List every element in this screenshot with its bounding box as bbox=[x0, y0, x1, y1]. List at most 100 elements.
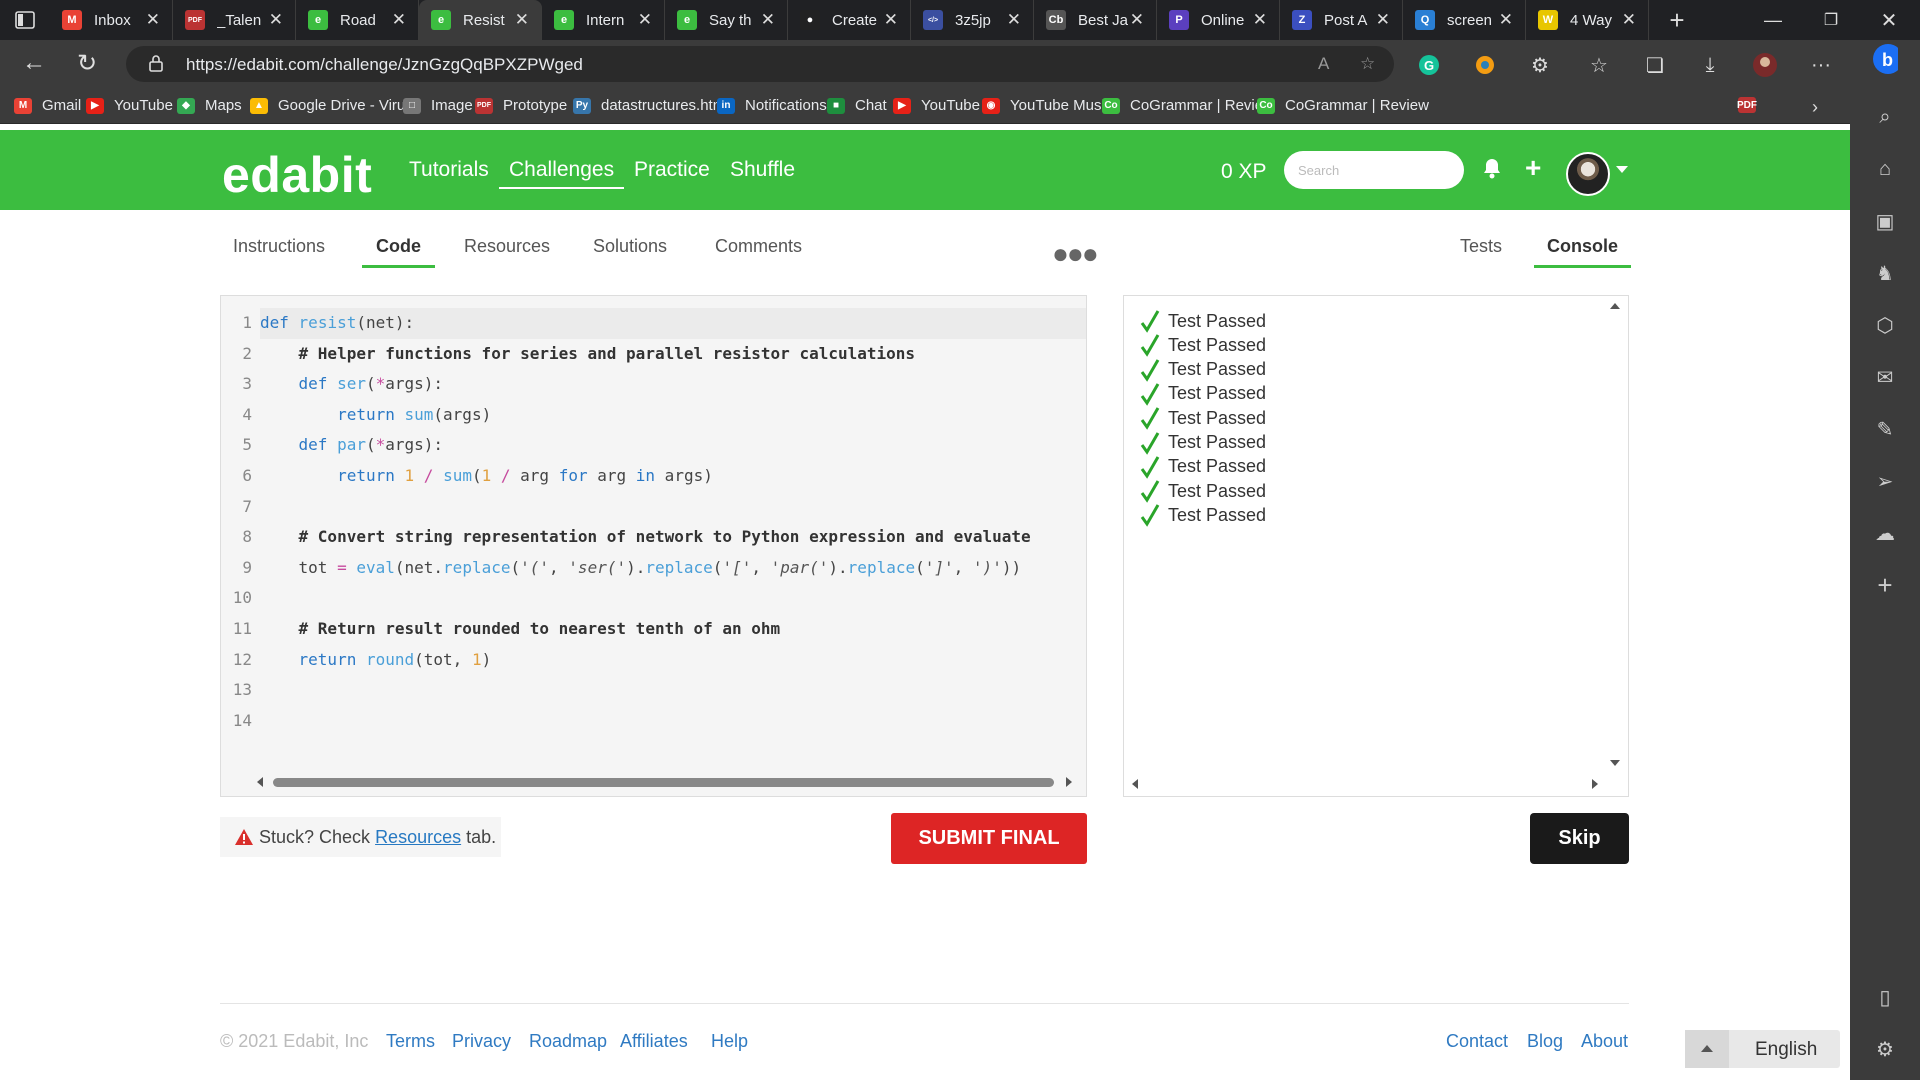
add-icon[interactable]: + bbox=[1525, 152, 1541, 184]
chevron-up-icon[interactable] bbox=[1685, 1030, 1729, 1068]
footer-link-help[interactable]: Help bbox=[711, 1031, 748, 1052]
new-tab-icon[interactable]: + bbox=[1664, 0, 1690, 40]
bookmark-item[interactable]: Co CoGrammar | Review bbox=[1102, 97, 1274, 114]
tab-instructions[interactable]: Instructions bbox=[233, 236, 325, 257]
code-area[interactable]: def resist(net): # Helper functions for … bbox=[260, 308, 1086, 736]
nav-tutorials[interactable]: Tutorials bbox=[409, 158, 489, 182]
browser-tab[interactable]: ● Create ✕ bbox=[788, 0, 911, 40]
code-line[interactable]: def par(*args): bbox=[260, 430, 1086, 461]
games-icon[interactable]: ♞ bbox=[1872, 260, 1898, 286]
read-aloud-icon[interactable]: A bbox=[1318, 54, 1329, 74]
tab-tests[interactable]: Tests bbox=[1460, 236, 1502, 257]
send-icon[interactable]: ➢ bbox=[1872, 468, 1898, 494]
browser-tab[interactable]: W 4 Way ✕ bbox=[1526, 0, 1649, 40]
code-line[interactable] bbox=[260, 706, 1086, 737]
browser-tab[interactable]: e Say th ✕ bbox=[665, 0, 788, 40]
tab-code[interactable]: Code bbox=[362, 236, 435, 268]
bookmark-item[interactable]: □ Image bbox=[403, 97, 473, 114]
tab-actions-icon[interactable] bbox=[12, 0, 38, 40]
bookmark-item[interactable]: ▲ Google Drive - Viru... bbox=[250, 97, 418, 114]
more-bookmarks-chevron-icon[interactable]: › bbox=[1812, 97, 1818, 118]
tab-resources[interactable]: Resources bbox=[464, 236, 550, 257]
browser-tab[interactable]: Cb Best Ja ✕ bbox=[1034, 0, 1157, 40]
restore-icon[interactable]: ❐ bbox=[1818, 0, 1844, 40]
close-icon[interactable]: ✕ bbox=[269, 10, 283, 30]
close-icon[interactable]: ✕ bbox=[1622, 10, 1636, 30]
extensions-icon[interactable]: ⚙ bbox=[1527, 52, 1553, 78]
grammarly-icon[interactable]: G bbox=[1416, 52, 1442, 78]
bookmark-item[interactable]: ▶ YouTube bbox=[86, 97, 173, 114]
close-icon[interactable]: ✕ bbox=[638, 10, 652, 30]
browser-tab[interactable]: Qscreen ✕ bbox=[1403, 0, 1526, 40]
bookmark-item[interactable]: ■ Chat bbox=[827, 97, 887, 114]
footer-link-roadmap[interactable]: Roadmap bbox=[529, 1031, 607, 1052]
scroll-up-icon[interactable] bbox=[1610, 303, 1620, 309]
close-icon[interactable]: ✕ bbox=[1253, 10, 1267, 30]
code-line[interactable]: def resist(net): bbox=[260, 308, 1086, 339]
close-icon[interactable]: ✕ bbox=[1007, 10, 1021, 30]
sidebar-layout-icon[interactable]: ▯ bbox=[1872, 984, 1898, 1010]
scroll-left-icon[interactable] bbox=[1132, 779, 1138, 789]
bookmark-item[interactable]: M Gmail bbox=[14, 97, 81, 114]
url-field[interactable]: https://edabit.com/challenge/JznGzgQqBPX… bbox=[126, 46, 1394, 82]
browser-tab[interactable]: P Online ✕ bbox=[1157, 0, 1280, 40]
resources-link[interactable]: Resources bbox=[375, 827, 461, 848]
footer-link-contact[interactable]: Contact bbox=[1446, 1031, 1508, 1052]
close-icon[interactable]: ✕ bbox=[146, 10, 160, 30]
code-line[interactable]: return 1 / sum(1 / arg for arg in args) bbox=[260, 461, 1086, 492]
browser-tab[interactable]: M Inbox ✕ bbox=[50, 0, 173, 40]
refresh-icon[interactable]: ↻ bbox=[77, 49, 97, 78]
close-icon[interactable]: ✕ bbox=[761, 10, 775, 30]
close-icon[interactable]: ✕ bbox=[884, 10, 898, 30]
code-line[interactable]: def ser(*args): bbox=[260, 369, 1086, 400]
code-editor[interactable]: 1 2 3 4 5 6 7 8 9 10 11 12 13 14 def resist(net): # H… bbox=[220, 295, 1087, 797]
window-close-icon[interactable]: ✕ bbox=[1876, 0, 1902, 40]
bookmark-item[interactable]: in Notifications bbox=[717, 97, 827, 114]
tools-briefcase-icon[interactable]: ▣ bbox=[1872, 208, 1898, 234]
collections-icon[interactable]: ❏ bbox=[1642, 52, 1668, 78]
shopping-tag-icon[interactable]: ⌂ bbox=[1872, 156, 1898, 182]
footer-link-terms[interactable]: Terms bbox=[386, 1031, 435, 1052]
chevron-down-icon[interactable] bbox=[1616, 166, 1628, 173]
tab-console[interactable]: Console bbox=[1534, 236, 1632, 268]
bookmark-item[interactable]: ◆ Maps bbox=[177, 97, 242, 114]
close-icon[interactable]: ✕ bbox=[515, 10, 529, 30]
bookmark-item[interactable]: ▶ YouTube bbox=[893, 97, 980, 114]
more-dots-icon[interactable]: ●●● bbox=[1052, 238, 1099, 270]
code-line[interactable]: return sum(args) bbox=[260, 400, 1086, 431]
scroll-thumb[interactable] bbox=[273, 778, 1054, 787]
code-line[interactable]: # Return result rounded to nearest tenth… bbox=[260, 614, 1086, 645]
favorite-star-icon[interactable]: ☆ bbox=[1360, 54, 1375, 74]
code-line[interactable] bbox=[260, 492, 1086, 523]
bell-icon[interactable] bbox=[1482, 157, 1502, 185]
edabit-logo[interactable]: edabit bbox=[222, 146, 372, 204]
bookmark-item[interactable]: Py datastructures.html bbox=[573, 97, 729, 114]
editor-horizontal-scrollbar[interactable] bbox=[251, 776, 1076, 788]
add-sidebar-icon[interactable]: + bbox=[1872, 570, 1898, 600]
nav-challenges[interactable]: Challenges bbox=[499, 158, 625, 189]
code-line[interactable]: tot = eval(net.replace('(', 'ser(').repl… bbox=[260, 553, 1086, 584]
favorites-icon[interactable]: ☆ bbox=[1586, 52, 1612, 78]
sidebar-search-icon[interactable]: ⌕ bbox=[1872, 104, 1898, 130]
bookmark-item[interactable]: PDF Prototype bbox=[475, 97, 567, 114]
drop-icon[interactable]: ✎ bbox=[1872, 416, 1898, 442]
scroll-right-icon[interactable] bbox=[1066, 777, 1072, 787]
profile-avatar-icon[interactable] bbox=[1752, 52, 1778, 78]
browser-tab[interactable]: PDF _Talen ✕ bbox=[173, 0, 296, 40]
bookmark-item[interactable]: ◉ YouTube Music bbox=[982, 97, 1112, 114]
browser-tab[interactable]: Z Post A ✕ bbox=[1280, 0, 1403, 40]
downloads-icon[interactable]: ⤓ bbox=[1697, 52, 1723, 78]
close-icon[interactable]: ✕ bbox=[1376, 10, 1390, 30]
user-avatar[interactable] bbox=[1566, 152, 1610, 196]
code-line[interactable]: # Convert string representation of netwo… bbox=[260, 522, 1086, 553]
outlook-icon[interactable]: ✉ bbox=[1872, 364, 1898, 390]
code-line[interactable] bbox=[260, 583, 1086, 614]
scroll-left-icon[interactable] bbox=[257, 777, 263, 787]
browser-tab[interactable]: </> 3z5jp ✕ bbox=[911, 0, 1034, 40]
footer-link-blog[interactable]: Blog bbox=[1527, 1031, 1563, 1052]
footer-link-privacy[interactable]: Privacy bbox=[452, 1031, 511, 1052]
code-line[interactable]: return round(tot, 1) bbox=[260, 645, 1086, 676]
code-line[interactable]: # Helper functions for series and parall… bbox=[260, 339, 1086, 370]
language-selector[interactable]: English bbox=[1685, 1030, 1840, 1068]
bookmark-item[interactable]: Co CoGrammar | Review bbox=[1257, 97, 1429, 114]
